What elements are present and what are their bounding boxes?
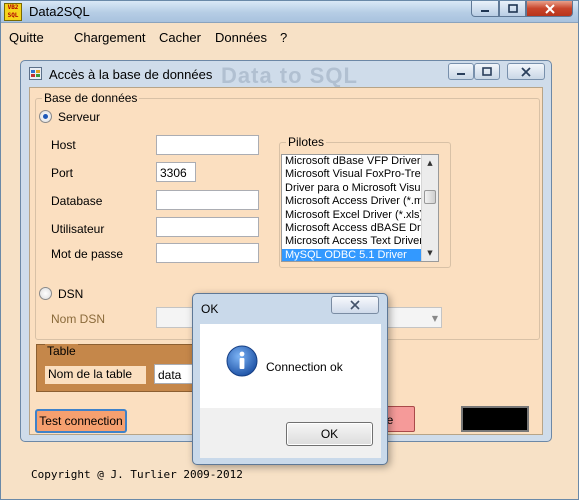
test-connection-button[interactable]: Test connection xyxy=(35,409,127,433)
main-window: VB2 SQL Data2SQL Quitte Chargement Cacher… xyxy=(0,0,579,500)
copyright-text: Copyright @ J. Turlier 2009-2012 xyxy=(31,468,243,481)
db-access-title-bar[interactable]: Accès à la base de données Data to SQL xyxy=(21,61,551,88)
minimize-icon xyxy=(481,9,489,12)
close-icon xyxy=(350,300,360,310)
host-input[interactable] xyxy=(156,135,259,155)
menu-bar: Quitte Chargement Cacher Données ? xyxy=(1,25,578,49)
table-name-label: Nom de la table xyxy=(48,367,133,381)
status-box xyxy=(461,406,529,432)
menu-cacher[interactable]: Cacher xyxy=(159,30,201,45)
form-icon xyxy=(29,67,42,80)
ghost-title: Data to SQL xyxy=(221,63,358,88)
db-group-legend: Base de données xyxy=(42,91,140,105)
menu-chargement[interactable]: Chargement xyxy=(74,30,146,45)
maximize-icon xyxy=(507,4,518,13)
maximize-button[interactable] xyxy=(499,1,526,17)
list-item[interactable]: Microsoft Visual FoxPro-Treiber xyxy=(282,168,422,181)
inner-close-button[interactable] xyxy=(507,63,545,80)
list-item[interactable]: Microsoft Access Text Driver xyxy=(282,235,422,248)
minimize-icon xyxy=(457,72,465,75)
dialog-close-button[interactable] xyxy=(331,296,379,314)
database-label: Database xyxy=(51,194,103,208)
drivers-group-legend: Pilotes xyxy=(286,135,327,149)
list-item[interactable]: Microsoft dBase VFP Driver (*.dbf) xyxy=(282,155,422,168)
list-item[interactable]: Microsoft Access dBASE Driver xyxy=(282,222,422,235)
user-label: Utilisateur xyxy=(51,222,105,236)
password-label: Mot de passe xyxy=(51,247,124,261)
app-title: Data2SQL xyxy=(29,4,90,19)
list-item[interactable]: Microsoft Excel Driver (*.xls) xyxy=(282,209,422,222)
dsn-name-label: Nom DSN xyxy=(51,312,106,326)
list-item[interactable]: Microsoft Access Driver (*.mdb) xyxy=(282,195,422,208)
scroll-up-icon[interactable]: ▲ xyxy=(422,155,438,171)
chevron-down-icon: ▼ xyxy=(431,314,438,323)
menu-help[interactable]: ? xyxy=(280,30,287,45)
minimize-button[interactable] xyxy=(471,1,499,17)
title-bar[interactable]: VB2 SQL Data2SQL xyxy=(1,1,578,23)
dsn-radio-label: DSN xyxy=(58,287,84,301)
drivers-listbox[interactable]: Microsoft dBase VFP Driver (*.dbf) Micro… xyxy=(281,154,439,262)
inner-maximize-button[interactable] xyxy=(474,63,500,80)
dialog-body: Connection ok xyxy=(200,324,381,408)
close-icon xyxy=(521,66,531,77)
inner-minimize-button[interactable] xyxy=(448,63,474,80)
info-icon xyxy=(226,345,258,377)
dialog-message: Connection ok xyxy=(266,360,343,374)
maximize-icon xyxy=(482,67,492,76)
database-input[interactable] xyxy=(156,190,259,210)
server-radio-label: Serveur xyxy=(58,110,101,124)
app-logo-icon: VB2 SQL xyxy=(4,3,22,21)
password-input[interactable] xyxy=(156,243,259,263)
dsn-radio[interactable] xyxy=(39,287,52,300)
scroll-down-icon[interactable]: ▼ xyxy=(422,245,438,261)
close-icon xyxy=(544,3,555,14)
ok-button[interactable]: OK xyxy=(286,422,373,446)
server-radio[interactable] xyxy=(39,110,52,123)
list-item[interactable]: Driver para o Microsoft Visual FoxPro xyxy=(282,182,422,195)
port-input[interactable]: 3306 xyxy=(156,162,196,182)
table-group-legend: Table xyxy=(45,344,78,358)
list-item-selected[interactable]: MySQL ODBC 5.1 Driver xyxy=(282,248,422,261)
ok-dialog: OK Connection ok OK xyxy=(192,293,388,465)
db-access-title: Accès à la base de données xyxy=(49,67,213,82)
menu-quitte[interactable]: Quitte xyxy=(9,30,44,45)
host-label: Host xyxy=(51,138,76,152)
user-input[interactable] xyxy=(156,217,259,237)
drivers-scrollbar[interactable]: ▲ ▼ xyxy=(421,155,438,261)
menu-donnees[interactable]: Données xyxy=(215,30,267,45)
dialog-title: OK xyxy=(201,302,219,316)
scroll-thumb[interactable] xyxy=(424,190,436,204)
close-button[interactable] xyxy=(526,1,573,17)
port-label: Port xyxy=(51,166,74,180)
